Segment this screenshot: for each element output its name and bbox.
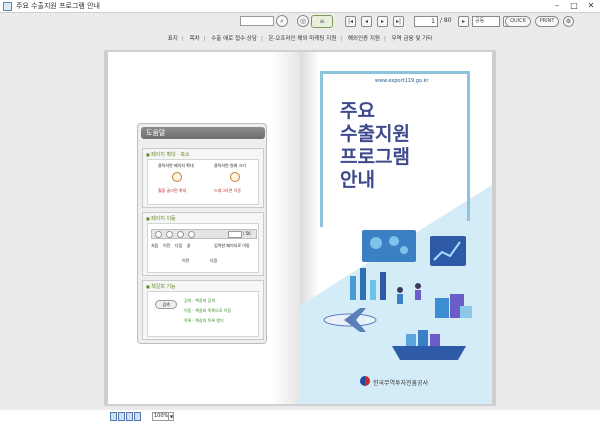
bottom-bar: 100% ▼	[0, 410, 600, 426]
chart-screen-icon	[430, 236, 466, 266]
toc-item-cover[interactable]: 표지	[166, 36, 180, 42]
zoom-icon[interactable]: ◎	[297, 15, 309, 27]
bookmark-line: 검색 - 책갈피 검색	[184, 298, 216, 303]
page-number-input[interactable]: 1	[414, 16, 438, 27]
toc-nav: 표지 | 목차 | 수출 애로 접수·상담 | 온·오프라인 해외 마케팅 지원 | 해…	[166, 36, 435, 42]
search-input[interactable]	[240, 16, 274, 26]
app-icon	[3, 2, 12, 11]
next-label: 다음	[210, 258, 218, 263]
move-label: 끝	[187, 243, 191, 248]
move-label: 다음	[175, 243, 183, 248]
bookmark-help-section: 책갈피 기능 검색 검색 - 책갈피 검색 이동 - 책갈피 목록으로 이동 목…	[142, 280, 264, 340]
page-move-help-section: 페이지 이동 / 56 처음 이전 다음 끝 입력한 페이지로 이동 이전 다음	[142, 212, 264, 276]
toolbar: ⌕ ◎ ≡ |◂ ◂ ▸ ▸| 1 / 80 ▸ 공동 ▾ QUICK PRIN…	[0, 13, 600, 30]
first-page-icon[interactable]	[110, 412, 117, 421]
prev-dot-icon	[166, 231, 173, 238]
cover-frame-edge	[467, 71, 470, 221]
next-page-button[interactable]: ▸	[377, 16, 388, 27]
go-page-button[interactable]: ▸	[458, 16, 469, 27]
prev-page-icon[interactable]	[118, 412, 125, 421]
zoom-face-icon	[230, 172, 240, 182]
zoom-help-section: 페이지 확대 · 축소 클릭하면 페이지 확대 클릭하면 원래 크기 휠을 굴리…	[142, 148, 264, 208]
zoom-in-caption: 휠을 굴리면 확대	[158, 188, 187, 193]
gear-icon[interactable]: ⚙	[563, 16, 574, 27]
zoom-in-label: 클릭하면 페이지 확대	[158, 163, 194, 168]
first-dot-icon	[155, 231, 162, 238]
move-label: 처음	[151, 243, 159, 248]
minimize-button[interactable]: –	[548, 0, 566, 12]
bookmark-heading: 책갈피 기능	[146, 283, 176, 290]
quick-button[interactable]: QUICK	[505, 16, 531, 27]
people-icon	[397, 283, 421, 304]
cover-url: www.export119.go.kr	[375, 78, 429, 84]
print-button[interactable]: PRINT	[535, 16, 559, 27]
next-dot-icon	[177, 231, 184, 238]
kotra-logo	[360, 376, 370, 386]
first-page-button[interactable]: |◂	[345, 16, 356, 27]
last-page-icon[interactable]	[134, 412, 141, 421]
toc-item-finance[interactable]: 무역 금융 및 기타	[390, 36, 435, 42]
toc-item-consulting[interactable]: 수출 애로 접수·상담	[209, 36, 259, 42]
chevron-down-icon[interactable]: ▼	[168, 412, 174, 421]
cover-title-line: 주요	[340, 100, 375, 122]
bookmark-line: 목록 - 책갈피 목록 열기	[184, 318, 224, 323]
cover-title-line: 수출지원	[340, 123, 410, 145]
move-label: 이전	[163, 243, 171, 248]
zoom-face-icon	[172, 172, 182, 182]
cover-title: 주요 수출지원 프로그램 안내	[340, 100, 410, 192]
airplane-icon	[323, 308, 377, 332]
cover-title-line: 안내	[340, 169, 375, 191]
cover-title-line: 프로그램	[340, 146, 410, 168]
nav-control-sample: / 56	[151, 229, 257, 239]
help-panel: 도움말 페이지 확대 · 축소 클릭하면 페이지 확대 클릭하면 원래 크기 휠…	[137, 123, 267, 344]
page-total: / 80	[440, 17, 452, 24]
zoom-select[interactable]: 공동	[472, 16, 500, 27]
zoom-out-label: 클릭하면 원래 크기	[214, 163, 246, 168]
cover-illustration	[323, 230, 472, 360]
cover-org: 한국무역투자진흥공사	[373, 380, 429, 387]
toc-item-marketing[interactable]: 온·오프라인 해외 마케팅 지원	[267, 36, 339, 42]
zoom-help-heading: 페이지 확대 · 축소	[146, 151, 190, 158]
prev-page-button[interactable]: ◂	[361, 16, 372, 27]
last-page-button[interactable]: ▸|	[393, 16, 404, 27]
title-bar: 주요 수출지원 프로그램 안내 – □ ✕	[0, 0, 600, 13]
close-button[interactable]: ✕	[582, 0, 600, 12]
window-title: 주요 수출지원 프로그램 안내	[16, 2, 100, 10]
maximize-button[interactable]: □	[565, 0, 583, 12]
page-move-heading: 페이지 이동	[146, 215, 176, 222]
move-label: 입력한 페이지로 이동	[214, 243, 250, 248]
bookmark-line: 이동 - 책갈피 목록으로 이동	[184, 308, 232, 313]
prev-label: 이전	[182, 258, 190, 263]
thumbnail-button[interactable]: ≡	[311, 15, 333, 28]
zoom-out-caption: 드래그하면 이동	[214, 188, 242, 193]
toc-item-contents[interactable]: 목차	[187, 36, 201, 42]
page-total-sample: / 56	[243, 231, 251, 236]
page-box-sample	[228, 231, 242, 238]
bar-chart-icon	[350, 268, 386, 300]
help-title: 도움말	[141, 127, 265, 139]
container-ship-icon	[392, 294, 472, 360]
toc-item-certification[interactable]: 해외인증 지원	[346, 36, 382, 42]
last-dot-icon	[188, 231, 195, 238]
world-map-icon	[362, 230, 416, 262]
next-page-icon[interactable]	[126, 412, 133, 421]
bookmark-pill-sample: 검색	[155, 300, 177, 309]
search-icon[interactable]: ⌕	[276, 15, 288, 27]
